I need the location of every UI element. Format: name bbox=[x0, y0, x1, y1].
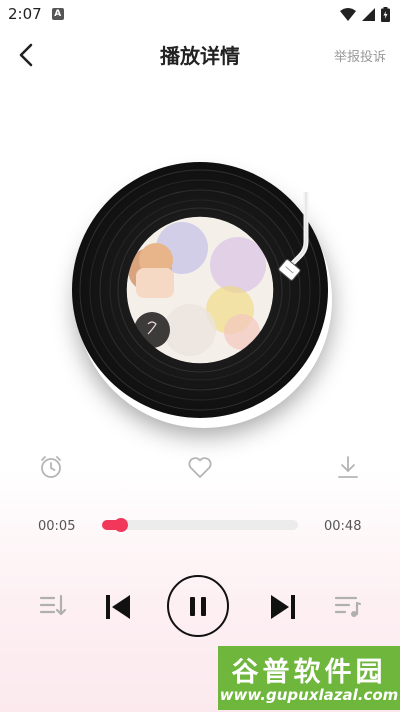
playlist-button[interactable] bbox=[38, 592, 68, 622]
notification-icon: A bbox=[51, 8, 64, 20]
status-left: 2:07 A bbox=[8, 5, 64, 23]
status-right bbox=[340, 6, 390, 22]
lyrics-button[interactable] bbox=[333, 592, 363, 622]
current-time: 00:05 bbox=[38, 519, 76, 534]
favorite-button[interactable] bbox=[185, 452, 215, 482]
progress-thumb[interactable] bbox=[114, 518, 128, 532]
next-button[interactable] bbox=[268, 592, 298, 622]
alarm-clock-icon bbox=[41, 456, 61, 478]
signal-icon bbox=[362, 7, 375, 21]
status-time: 2:07 bbox=[8, 5, 42, 23]
previous-button[interactable] bbox=[103, 592, 133, 622]
lyrics-icon bbox=[334, 596, 361, 617]
alarm-button[interactable] bbox=[36, 452, 66, 482]
heart-icon bbox=[188, 457, 212, 478]
progress-bar[interactable] bbox=[102, 518, 298, 532]
total-time: 00:48 bbox=[324, 519, 362, 534]
download-button[interactable] bbox=[333, 452, 363, 482]
watermark-title: 谷普软件园 bbox=[231, 657, 387, 688]
pause-button[interactable] bbox=[167, 575, 229, 637]
nav-bar: 播放详情 举报投诉 bbox=[0, 30, 400, 80]
report-button[interactable]: 举报投诉 bbox=[334, 46, 386, 65]
previous-icon bbox=[106, 595, 130, 619]
status-bar: 2:07 A bbox=[0, 0, 400, 28]
download-icon bbox=[338, 456, 358, 478]
tonearm bbox=[278, 192, 309, 281]
next-icon bbox=[271, 595, 295, 619]
wifi-icon bbox=[340, 7, 356, 21]
playback-controls bbox=[0, 575, 400, 639]
action-row bbox=[0, 452, 400, 486]
playlist-icon bbox=[39, 594, 67, 616]
watermark-url: www.gupuxlazal.com bbox=[219, 686, 399, 704]
battery-icon bbox=[381, 6, 390, 22]
watermark-logo: 谷普软件园 www.gupuxlazal.com bbox=[218, 646, 400, 710]
pause-icon bbox=[190, 597, 206, 616]
